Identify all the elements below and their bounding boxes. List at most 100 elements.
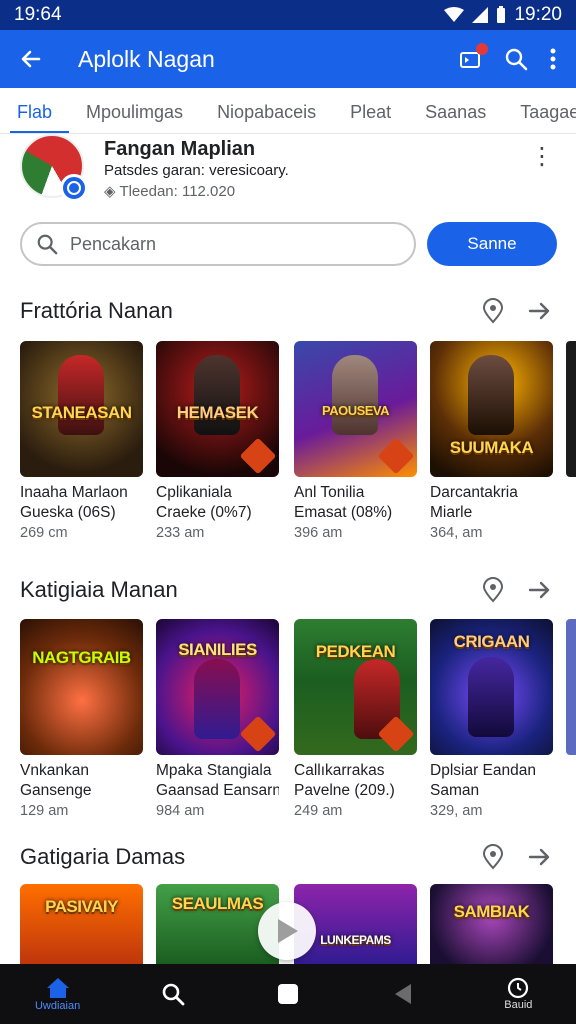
game-card[interactable]: PEDKEAN Callıkarrakas Pavelne (209.) 249… [294, 619, 417, 821]
app-logo [20, 134, 88, 202]
location-pin-icon[interactable] [482, 298, 504, 324]
bottom-nav: Uwdiaian Bauid [0, 964, 576, 1024]
game-size: 396 am [294, 525, 343, 541]
game-thumbnail: PASIVAIY [20, 884, 143, 964]
cast-button[interactable] [460, 43, 488, 69]
game-subname: Gansenge [20, 782, 92, 799]
tag-icon: ◈ [104, 183, 120, 200]
game-name: Anl Tonilia [294, 484, 365, 501]
search-placeholder: Pencakarn [70, 233, 157, 254]
search-icon [37, 234, 58, 255]
more-vert-icon [550, 48, 556, 70]
game-thumbnail: SAMBIAK [430, 884, 553, 964]
game-subname: Emasat (08%) [294, 504, 393, 521]
section-actions [482, 298, 552, 324]
app-bar: Aplolk Nagan [0, 30, 576, 88]
art-title: SIANILIES [178, 639, 257, 659]
more-options-button[interactable] [550, 48, 556, 70]
arrow-right-icon[interactable] [528, 301, 552, 321]
game-card[interactable]: STANEASAN Inaaha Marlaon Gueska (06S) 26… [20, 341, 143, 543]
game-subname: Miarle [430, 504, 473, 521]
arrow-right-icon[interactable] [528, 580, 552, 600]
status-bar: 19:64 19:20 [0, 0, 576, 30]
game-subname: Gaansad Eansarn [156, 782, 279, 799]
art-title: NAGTGRAIB [32, 647, 131, 667]
app-more-button[interactable]: ⋮ [530, 142, 554, 171]
game-card[interactable]: SIANILIES Mpaka Stangiala Gaansad Eansar… [156, 619, 279, 821]
play-icon [278, 919, 298, 943]
game-subname: Gueska (06S) [20, 504, 116, 521]
game-size: 233 am [156, 525, 205, 541]
game-size: 129 am [20, 803, 69, 819]
search-icon [162, 983, 185, 1006]
game-name: Callıkarrakas [294, 762, 385, 779]
tab-2[interactable]: Niopabaceis [200, 92, 333, 133]
nav-home-square[interactable] [248, 983, 328, 1005]
game-card[interactable]: SAMBIAK [430, 884, 553, 964]
back-button[interactable] [0, 47, 62, 71]
arrow-right-icon[interactable] [528, 847, 552, 867]
search-submit-button[interactable]: Sanne [427, 222, 557, 266]
game-size: 269 cm [20, 525, 68, 541]
arrow-left-icon [21, 50, 41, 68]
art-title: STANEASAN [31, 402, 132, 422]
app-meta: ◈ Tleedan: 112.020 [104, 182, 235, 200]
art-title: PASIVAIY [45, 897, 118, 917]
art-title: SAMBIAK [453, 902, 530, 922]
game-card[interactable]: CRIGAAN Dplsiar Eandan Saman 329, am [430, 619, 553, 821]
app-name: Fangan Maplian [104, 138, 256, 160]
featured-app[interactable]: Fangan Maplian Patsdes garan: veresicoar… [0, 130, 576, 210]
game-name: Cplikaniala [156, 484, 232, 501]
app-meta-text: Tleedan: 112.020 [119, 183, 236, 200]
art-title: LUNKEPAMS [320, 932, 391, 947]
tab-4[interactable]: Saanas [408, 92, 503, 133]
search-button[interactable] [504, 47, 528, 71]
play-button[interactable] [258, 902, 316, 960]
search-input[interactable]: Pencakarn [20, 222, 416, 266]
app-bar-title: Aplolk Nagan [78, 45, 215, 72]
game-thumbnail: SUUMAKA [430, 341, 553, 477]
tab-5[interactable]: Taagae [503, 92, 576, 133]
section-title: Frattória Nanan [20, 298, 173, 323]
status-time-left: 19:64 [14, 4, 62, 25]
game-card[interactable]: NAGTGRAIB Vnkankan Gansenge 129 am [20, 619, 143, 821]
art-title: HEMASEK [176, 402, 259, 422]
game-card[interactable]: PAOUSEVA Anl Tonilia Emasat (08%) 396 am [294, 341, 417, 543]
nav-home-label: Uwdiaian [34, 1000, 81, 1012]
home-icon [46, 978, 69, 998]
game-thumbnail: STANEASAN [20, 341, 143, 477]
art-title: PEDKEAN [315, 642, 396, 662]
section-actions [482, 844, 552, 870]
nav-build[interactable]: Bauid [478, 977, 558, 1011]
game-card[interactable]: PASIVAIY [20, 884, 143, 964]
game-size: 249 am [294, 803, 343, 819]
game-subname: Saman [430, 782, 480, 799]
wifi-icon [444, 7, 465, 22]
battery-icon [497, 6, 506, 23]
triangle-back-icon [395, 984, 412, 1004]
game-thumbnail: PAOUSEVA [294, 341, 417, 477]
game-subname: Craeke (0%7) [156, 504, 252, 521]
app-badge-icon [60, 174, 88, 202]
category-tabs: Flab Mpoulimgas Niopabaceis Pleat Saanas… [0, 92, 576, 134]
game-thumbnail: HEMASEK [156, 341, 279, 477]
nav-search[interactable] [133, 982, 213, 1006]
next-card-peek [566, 619, 576, 755]
tab-3[interactable]: Pleat [333, 92, 408, 133]
game-name: Inaaha Marlaon [20, 484, 128, 501]
nav-home[interactable]: Uwdiaian [18, 976, 98, 1012]
game-size: 364, am [430, 525, 483, 541]
location-pin-icon[interactable] [482, 577, 504, 603]
notification-dot [476, 43, 488, 55]
location-pin-icon[interactable] [482, 844, 504, 870]
nav-back[interactable] [363, 983, 443, 1005]
game-thumbnail: PEDKEAN [294, 619, 417, 755]
game-card[interactable]: HEMASEK Cplikaniala Craeke (0%7) 233 am [156, 341, 279, 543]
square-icon [277, 984, 298, 1004]
tab-0[interactable]: Flab [0, 92, 70, 133]
art-title: SEAULMAS [171, 894, 264, 914]
tab-1[interactable]: Mpoulimgas [69, 92, 200, 133]
game-name: Darcantakria [430, 484, 518, 501]
game-card[interactable]: SUUMAKA Darcantakria Miarle 364, am [430, 341, 553, 543]
game-thumbnail: CRIGAAN [430, 619, 553, 755]
